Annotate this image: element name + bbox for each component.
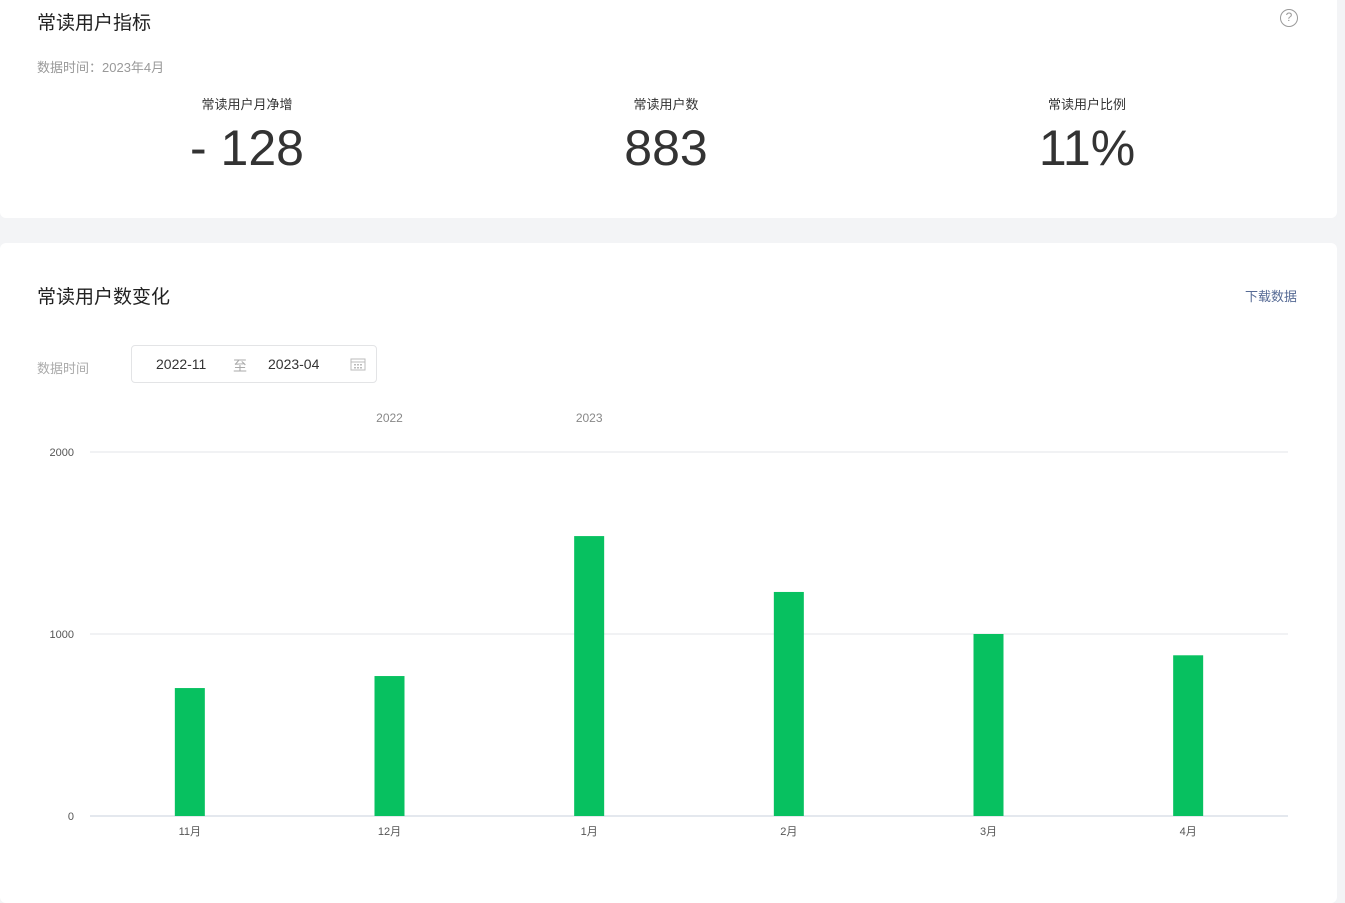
x-tick-label: 12月 bbox=[378, 826, 401, 838]
y-tick-label: 1000 bbox=[50, 629, 74, 641]
x-tick-label: 4月 bbox=[1180, 826, 1197, 838]
x-tick-label: 1月 bbox=[581, 826, 598, 838]
y-tick-label: 2000 bbox=[50, 447, 74, 459]
bar-chart: 0 1000 2000 11月 12月 1月 2月 3月 4月 2022 2023 bbox=[50, 411, 1288, 838]
year-label: 2022 bbox=[376, 411, 403, 425]
bar-12月 bbox=[374, 676, 405, 816]
bar-2月 bbox=[773, 591, 804, 816]
bar-3月 bbox=[973, 634, 1004, 816]
year-label: 2023 bbox=[576, 411, 603, 425]
bar-4月 bbox=[1173, 655, 1204, 816]
x-tick-label: 11月 bbox=[179, 826, 201, 838]
x-tick-label: 2月 bbox=[780, 826, 797, 838]
y-tick-label: 0 bbox=[68, 811, 74, 823]
bar-11月 bbox=[174, 688, 205, 816]
bar-1月 bbox=[574, 536, 605, 816]
x-tick-label: 3月 bbox=[980, 826, 997, 838]
